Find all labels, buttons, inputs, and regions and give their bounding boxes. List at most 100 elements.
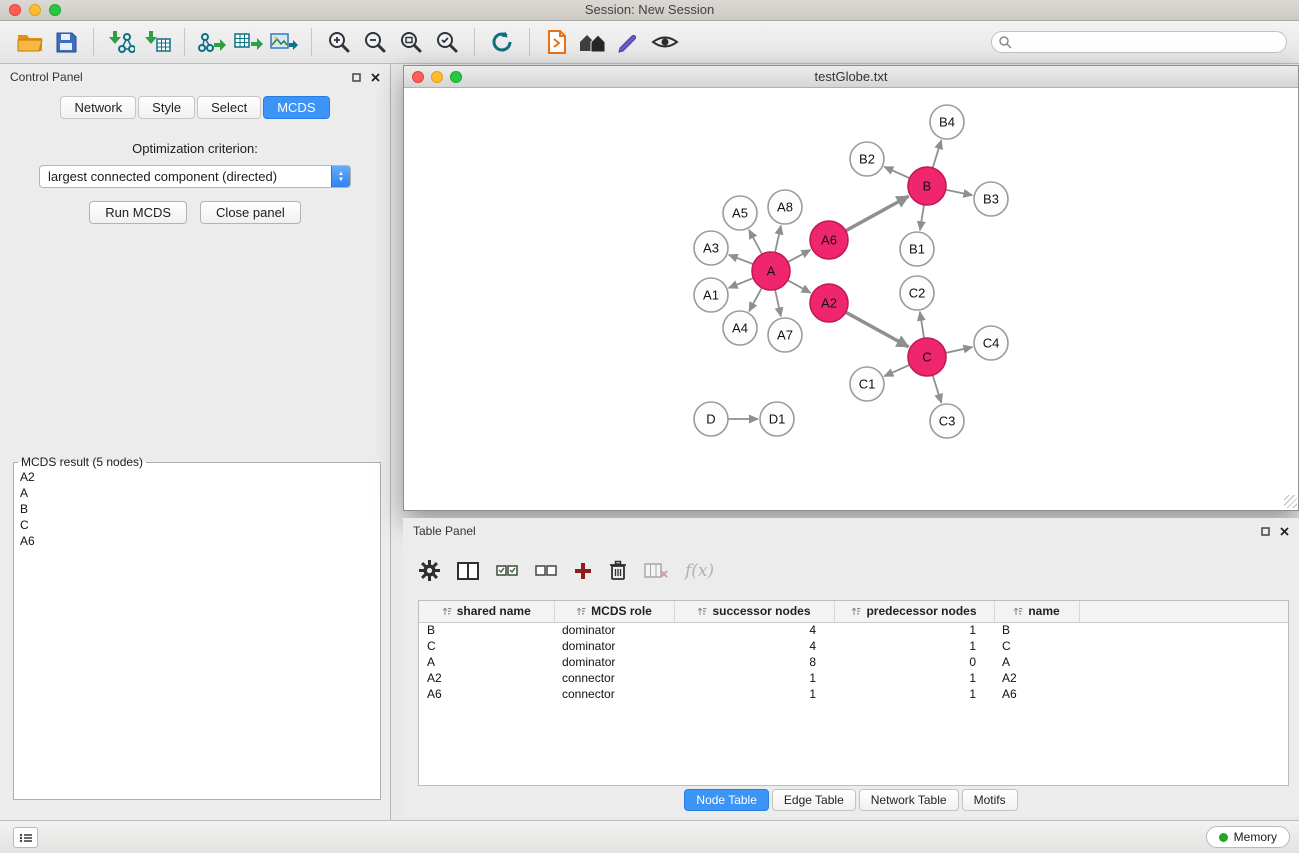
graph-node-C2[interactable]: C2 bbox=[900, 276, 934, 310]
table-cell[interactable]: B bbox=[419, 622, 554, 638]
graph-node-C4[interactable]: C4 bbox=[974, 326, 1008, 360]
minimize-window-button[interactable] bbox=[29, 4, 41, 16]
select-all-button[interactable] bbox=[496, 563, 518, 579]
tab-network-table[interactable]: Network Table bbox=[859, 789, 959, 811]
table-cell[interactable]: C bbox=[419, 638, 554, 654]
table-cell[interactable]: 1 bbox=[674, 686, 834, 702]
table-cell[interactable]: 4 bbox=[674, 622, 834, 638]
float-table-panel-icon[interactable] bbox=[1261, 527, 1270, 536]
graph-node-A3[interactable]: A3 bbox=[694, 231, 728, 265]
graph-edge-A-A6[interactable] bbox=[788, 250, 811, 262]
delete-button[interactable] bbox=[609, 560, 627, 581]
table-cell[interactable]: A6 bbox=[419, 686, 554, 702]
graph-node-B1[interactable]: B1 bbox=[900, 232, 934, 266]
table-cell[interactable]: B bbox=[994, 622, 1079, 638]
import-table-button[interactable] bbox=[139, 24, 175, 60]
graph-edge-B-B4[interactable] bbox=[933, 140, 942, 168]
graph-node-A7[interactable]: A7 bbox=[768, 318, 802, 352]
zoom-selected-button[interactable] bbox=[429, 24, 465, 60]
tab-motifs[interactable]: Motifs bbox=[962, 789, 1018, 811]
table-cell[interactable]: 1 bbox=[834, 686, 994, 702]
table-row[interactable]: A2connector11A2 bbox=[419, 670, 1288, 686]
mcds-result-item[interactable]: B bbox=[14, 501, 380, 517]
table-settings-button[interactable] bbox=[419, 560, 440, 581]
mcds-result-item[interactable]: A2 bbox=[14, 469, 380, 485]
table-cell[interactable]: 1 bbox=[834, 622, 994, 638]
table-cell[interactable]: A2 bbox=[994, 670, 1079, 686]
network-view[interactable]: B4B2BB3A8A5A6A3B1AC2A1A2A4A7C4CC1C3DD1 bbox=[404, 88, 1298, 509]
minimize-network-window-button[interactable] bbox=[431, 71, 443, 83]
open-session-button[interactable] bbox=[12, 24, 48, 60]
task-history-button[interactable] bbox=[13, 827, 38, 848]
graph-node-C1[interactable]: C1 bbox=[850, 367, 884, 401]
function-builder-button[interactable]: f(x) bbox=[685, 561, 714, 581]
graph-node-A4[interactable]: A4 bbox=[723, 311, 757, 345]
criterion-dropdown[interactable]: largest connected component (directed) ▲… bbox=[39, 165, 351, 188]
graph-edge-C-C4[interactable] bbox=[946, 347, 973, 353]
table-row[interactable]: Cdominator41C bbox=[419, 638, 1288, 654]
table-cell[interactable]: dominator bbox=[554, 638, 674, 654]
graph-node-B4[interactable]: B4 bbox=[930, 105, 964, 139]
graph-edge-A-A8[interactable] bbox=[775, 226, 781, 253]
table-cell[interactable]: dominator bbox=[554, 622, 674, 638]
graph-edge-B-B1[interactable] bbox=[920, 205, 924, 230]
export-image-button[interactable] bbox=[266, 24, 302, 60]
search-input[interactable] bbox=[991, 31, 1287, 53]
table-cell[interactable]: C bbox=[994, 638, 1079, 654]
table-cell[interactable]: 4 bbox=[674, 638, 834, 654]
mcds-result-item[interactable]: A6 bbox=[14, 533, 380, 549]
table-cell[interactable]: 0 bbox=[834, 654, 994, 670]
table-cell[interactable]: 1 bbox=[834, 670, 994, 686]
add-button[interactable] bbox=[574, 562, 592, 580]
table-cell[interactable]: connector bbox=[554, 686, 674, 702]
show-columns-button[interactable] bbox=[457, 562, 479, 580]
column-header-mcds-role[interactable]: MCDS role bbox=[554, 601, 674, 622]
zoom-in-button[interactable] bbox=[321, 24, 357, 60]
mcds-result-item[interactable]: C bbox=[14, 517, 380, 533]
tab-edge-table[interactable]: Edge Table bbox=[772, 789, 856, 811]
column-header-successor-nodes[interactable]: successor nodes bbox=[674, 601, 834, 622]
graph-node-C[interactable]: C bbox=[908, 338, 946, 376]
table-row[interactable]: Adominator80A bbox=[419, 654, 1288, 670]
memory-button[interactable]: Memory bbox=[1206, 826, 1290, 848]
table-cell[interactable]: 8 bbox=[674, 654, 834, 670]
network-graph[interactable]: B4B2BB3A8A5A6A3B1AC2A1A2A4A7C4CC1C3DD1 bbox=[404, 88, 1298, 509]
delete-table-button[interactable] bbox=[644, 563, 668, 579]
table-cell[interactable]: dominator bbox=[554, 654, 674, 670]
graph-node-D[interactable]: D bbox=[694, 402, 728, 436]
graph-node-A8[interactable]: A8 bbox=[768, 190, 802, 224]
table-cell[interactable]: 1 bbox=[674, 670, 834, 686]
close-panel-icon[interactable] bbox=[371, 73, 380, 82]
tab-style[interactable]: Style bbox=[138, 96, 195, 119]
close-network-window-button[interactable] bbox=[412, 71, 424, 83]
export-network-button[interactable] bbox=[194, 24, 230, 60]
graph-edge-A-A1[interactable] bbox=[729, 278, 754, 288]
tab-mcds[interactable]: MCDS bbox=[263, 96, 329, 119]
graph-edge-C-C2[interactable] bbox=[920, 312, 924, 338]
zoom-window-button[interactable] bbox=[49, 4, 61, 16]
graph-edge-A-A4[interactable] bbox=[749, 288, 762, 312]
graph-edge-A-A3[interactable] bbox=[729, 255, 754, 264]
graph-node-A6[interactable]: A6 bbox=[810, 221, 848, 259]
import-network-button[interactable] bbox=[103, 24, 139, 60]
mcds-result-item[interactable]: A bbox=[14, 485, 380, 501]
graph-node-B3[interactable]: B3 bbox=[974, 182, 1008, 216]
graph-node-C3[interactable]: C3 bbox=[930, 404, 964, 438]
graph-node-D1[interactable]: D1 bbox=[760, 402, 794, 436]
column-header-name[interactable]: name bbox=[994, 601, 1079, 622]
graph-edge-A2-C[interactable] bbox=[846, 312, 909, 347]
table-row[interactable]: A6connector11A6 bbox=[419, 686, 1288, 702]
graph-edge-C-C3[interactable] bbox=[933, 375, 942, 403]
column-header-shared-name[interactable]: shared name bbox=[419, 601, 554, 622]
table-cell[interactable]: A bbox=[419, 654, 554, 670]
table-cell[interactable]: A2 bbox=[419, 670, 554, 686]
graph-node-A1[interactable]: A1 bbox=[694, 278, 728, 312]
graph-edge-B-B3[interactable] bbox=[946, 190, 973, 195]
tab-node-table[interactable]: Node Table bbox=[684, 789, 769, 811]
graph-edge-B-B2[interactable] bbox=[884, 167, 909, 178]
table-cell[interactable]: 1 bbox=[834, 638, 994, 654]
resize-handle[interactable] bbox=[1284, 495, 1297, 508]
style-brush-button[interactable] bbox=[611, 24, 647, 60]
apply-layout-button[interactable] bbox=[484, 24, 520, 60]
close-panel-button[interactable]: Close panel bbox=[200, 201, 301, 224]
